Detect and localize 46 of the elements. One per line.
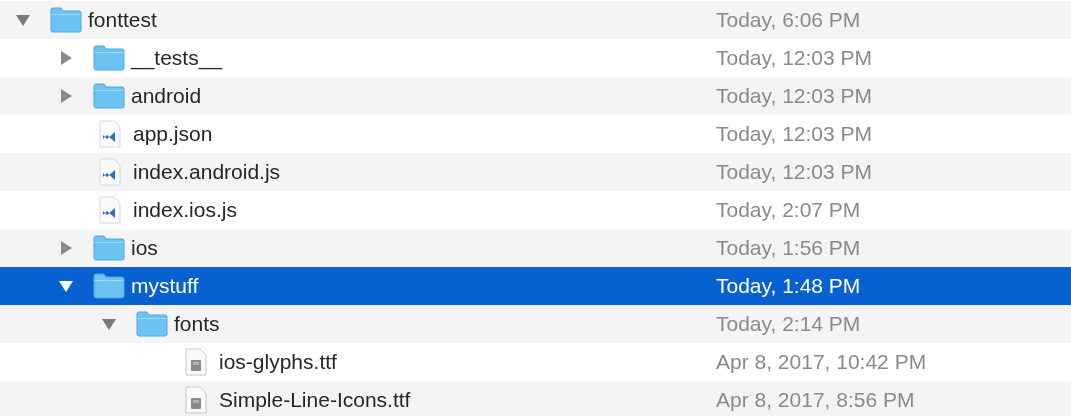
- file-name: app.json: [133, 121, 213, 148]
- file-name: __tests__: [131, 45, 223, 72]
- code-file-icon: [99, 120, 121, 148]
- date-modified: Today, 1:56 PM: [716, 235, 861, 262]
- file-row[interactable]: fonts Today, 2:14 PM: [0, 305, 1071, 343]
- folder-icon: [93, 273, 125, 299]
- file-name: fonts: [174, 311, 220, 338]
- file-row[interactable]: ios Today, 1:56 PM: [0, 229, 1071, 267]
- date-modified: Today, 1:48 PM: [716, 273, 861, 300]
- code-file-icon: [99, 196, 121, 224]
- expand-triangle-icon[interactable]: [59, 241, 73, 255]
- file-name: ios: [131, 235, 158, 262]
- date-modified: Today, 12:03 PM: [716, 45, 873, 72]
- folder-icon: [93, 83, 125, 109]
- collapse-triangle-icon[interactable]: [59, 279, 73, 293]
- date-modified: Apr 8, 2017, 10:42 PM: [716, 349, 927, 376]
- collapse-triangle-icon[interactable]: [102, 317, 116, 331]
- code-file-icon: [99, 158, 121, 186]
- folder-icon: [50, 7, 82, 33]
- file-row[interactable]: index.android.js Today, 12:03 PM: [0, 153, 1071, 191]
- expand-triangle-icon[interactable]: [59, 51, 73, 65]
- date-modified: Today, 12:03 PM: [716, 83, 873, 110]
- file-row[interactable]: android Today, 12:03 PM: [0, 77, 1071, 115]
- folder-icon: [136, 311, 168, 337]
- file-name: android: [131, 83, 202, 110]
- file-row[interactable]: mystuff Today, 1:48 PM: [0, 267, 1071, 305]
- file-name: mystuff: [131, 273, 199, 300]
- date-modified: Today, 2:14 PM: [716, 311, 861, 338]
- date-modified: Today, 12:03 PM: [716, 159, 873, 186]
- font-file-icon: [185, 386, 207, 414]
- date-modified: Apr 8, 2017, 8:56 PM: [716, 387, 915, 414]
- file-row[interactable]: fonttest Today, 6:06 PM: [0, 1, 1071, 39]
- folder-icon: [93, 235, 125, 261]
- date-modified: Today, 2:07 PM: [716, 197, 861, 224]
- file-name: index.android.js: [133, 159, 281, 186]
- expand-triangle-icon[interactable]: [59, 89, 73, 103]
- folder-icon: [93, 45, 125, 71]
- date-modified: Today, 6:06 PM: [716, 7, 861, 34]
- file-name: index.ios.js: [133, 197, 237, 224]
- file-name: ios-glyphs.ttf: [219, 349, 337, 376]
- file-row[interactable]: Simple-Line-Icons.ttf Apr 8, 2017, 8:56 PM: [0, 381, 1071, 416]
- date-modified: Today, 12:03 PM: [716, 121, 873, 148]
- file-name: fonttest: [88, 7, 157, 34]
- font-file-icon: [185, 348, 207, 376]
- collapse-triangle-icon[interactable]: [16, 13, 30, 27]
- file-name: Simple-Line-Icons.ttf: [219, 387, 411, 414]
